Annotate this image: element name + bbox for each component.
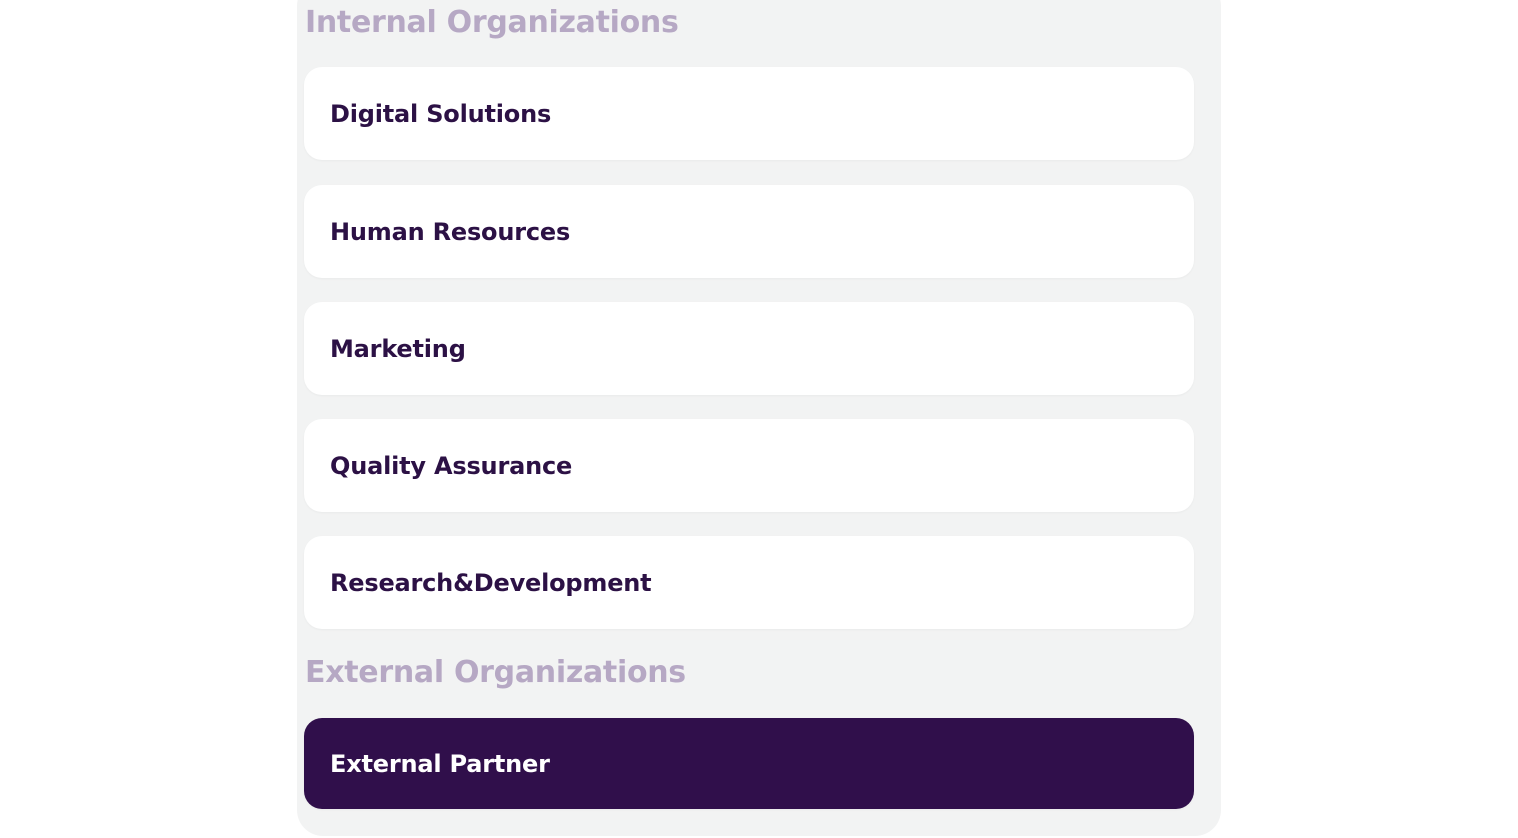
org-item-label: Research&Development (330, 568, 652, 597)
org-item-digital-solutions[interactable]: Digital Solutions (304, 67, 1194, 160)
org-item-label: External Partner (330, 749, 550, 778)
org-item-quality-assurance[interactable]: Quality Assurance (304, 419, 1194, 512)
org-item-research-development[interactable]: Research&Development (304, 536, 1194, 629)
org-item-label: Marketing (330, 334, 466, 363)
org-item-label: Human Resources (330, 217, 571, 246)
org-item-external-partner[interactable]: External Partner (304, 718, 1194, 809)
org-item-label: Quality Assurance (330, 451, 573, 480)
org-item-human-resources[interactable]: Human Resources (304, 185, 1194, 278)
org-item-label: Digital Solutions (330, 99, 552, 128)
org-item-marketing[interactable]: Marketing (304, 302, 1194, 395)
internal-organizations-heading: Internal Organizations (305, 5, 679, 40)
external-organizations-heading: External Organizations (305, 655, 686, 690)
